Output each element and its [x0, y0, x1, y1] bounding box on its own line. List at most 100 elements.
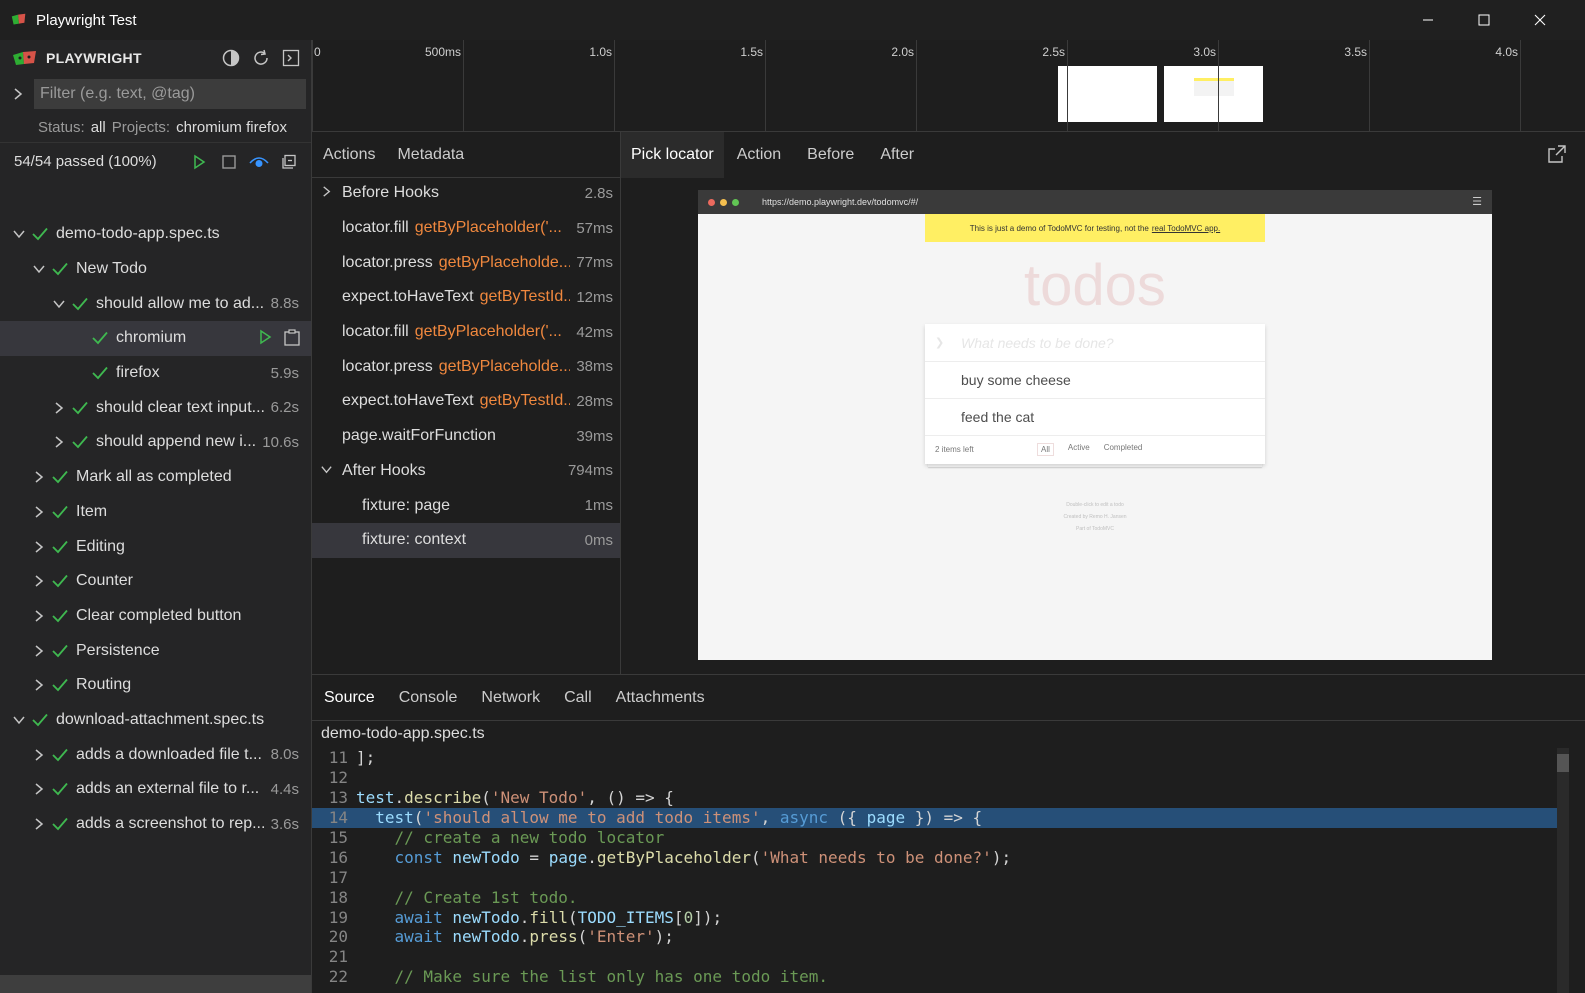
chevron-right-icon[interactable]: [32, 782, 46, 796]
minimize-button[interactable]: [1400, 0, 1456, 40]
status-value[interactable]: all: [91, 119, 106, 136]
tree-item[interactable]: Routing: [0, 668, 311, 703]
tree-item[interactable]: New Todo: [0, 252, 311, 287]
action-row[interactable]: expect.toHaveText getByTestId... 28ms: [312, 384, 620, 419]
chevron-down-icon[interactable]: [12, 713, 26, 727]
todo-item[interactable]: feed the cat: [925, 399, 1265, 436]
code-line: 12: [328, 768, 348, 788]
chevron-right-icon[interactable]: [52, 401, 66, 415]
toggle-all-icon[interactable]: ❯: [935, 336, 944, 349]
tree-item[interactable]: Counter: [0, 564, 311, 599]
tab-action[interactable]: Action: [724, 132, 794, 178]
filmstrip-frame[interactable]: [1058, 66, 1157, 122]
action-row[interactable]: Before Hooks 2.8s: [312, 176, 620, 211]
tree-item[interactable]: firefox 5.9s: [0, 356, 311, 391]
source-code[interactable]: 11]; 12 13 test.describe('New Todo', () =…: [312, 748, 1585, 987]
tree-item[interactable]: demo-todo-app.spec.ts: [0, 217, 311, 252]
filter-input[interactable]: [34, 79, 306, 109]
open-source-icon[interactable]: [283, 329, 301, 347]
collapse-all-button[interactable]: [279, 152, 299, 172]
tab-call[interactable]: Call: [552, 675, 604, 721]
action-row[interactable]: fixture: context 0ms: [312, 522, 620, 558]
action-row[interactable]: locator.fill getByPlaceholder('... 42ms: [312, 315, 620, 350]
projects-value[interactable]: chromium firefox: [176, 119, 287, 136]
playwright-logo-icon: [11, 13, 26, 25]
sidebar-scrollbar[interactable]: [0, 975, 311, 993]
tree-item[interactable]: Clear completed button: [0, 599, 311, 634]
stop-button[interactable]: [219, 152, 239, 172]
scroll-thumb[interactable]: [1557, 754, 1569, 772]
action-row[interactable]: locator.fill getByPlaceholder('... 57ms: [312, 211, 620, 246]
chevron-right-icon[interactable]: [32, 609, 46, 623]
check-icon: [92, 367, 108, 380]
action-row[interactable]: locator.press getByPlaceholde... 77ms: [312, 245, 620, 280]
window-dot-yellow: [720, 198, 727, 206]
tree-item[interactable]: should append new i... 10.6s: [0, 425, 311, 460]
action-row[interactable]: fixture: page 1ms: [312, 488, 620, 523]
tree-item-label: Routing: [76, 676, 132, 694]
chevron-right-icon[interactable]: [10, 87, 26, 101]
chevron-right-icon[interactable]: [32, 470, 46, 484]
tree-item[interactable]: Item: [0, 495, 311, 530]
tree-item[interactable]: Persistence: [0, 633, 311, 668]
run-all-button[interactable]: [189, 152, 209, 172]
action-row[interactable]: After Hooks 794ms: [312, 454, 620, 489]
chevron-right-icon[interactable]: [32, 505, 46, 519]
chevron-right-icon[interactable]: [32, 748, 46, 762]
todo-app-title: todos: [1024, 253, 1166, 318]
tree-item[interactable]: download-attachment.spec.ts: [0, 703, 311, 738]
watch-button[interactable]: [249, 152, 269, 172]
filter-completed[interactable]: Completed: [1104, 443, 1143, 456]
tree-item[interactable]: Editing: [0, 529, 311, 564]
tab-source[interactable]: Source: [312, 675, 387, 721]
chevron-down-icon[interactable]: [12, 227, 26, 241]
chevron-right-icon[interactable]: [32, 678, 46, 692]
tab-console[interactable]: Console: [387, 675, 470, 721]
tree-item[interactable]: should allow me to ad... 8.8s: [0, 286, 311, 321]
maximize-button[interactable]: [1456, 0, 1512, 40]
toggle-output-button[interactable]: [281, 48, 301, 68]
tree-item[interactable]: adds a downloaded file t... 8.0s: [0, 737, 311, 772]
action-row[interactable]: locator.press getByPlaceholde... 38ms: [312, 349, 620, 384]
chevron-down-icon[interactable]: [52, 297, 66, 311]
run-test-icon[interactable]: [257, 329, 273, 345]
snapshot-browser[interactable]: https://demo.playwright.dev/todomvc/#/ ☰…: [698, 190, 1492, 660]
new-todo-input[interactable]: ❯ What needs to be done?: [925, 324, 1265, 362]
tree-item-label: firefox: [116, 364, 160, 382]
chevron-down-icon[interactable]: [32, 262, 46, 276]
banner-link[interactable]: real TodoMVC app.: [1152, 224, 1220, 233]
chevron-down-icon[interactable]: [320, 463, 333, 476]
tree-item[interactable]: adds an external file to r... 4.4s: [0, 772, 311, 807]
filter-all[interactable]: All: [1037, 442, 1054, 456]
chevron-right-icon[interactable]: [32, 817, 46, 831]
chevron-right-icon[interactable]: [32, 644, 46, 658]
chevron-right-icon[interactable]: [32, 574, 46, 588]
tree-item-duration: 6.2s: [270, 399, 299, 417]
close-window-button[interactable]: [1512, 0, 1568, 40]
reload-button[interactable]: [251, 48, 271, 68]
action-row[interactable]: expect.toHaveText getByTestId... 12ms: [312, 280, 620, 315]
tree-item[interactable]: adds a screenshot to rep... 3.6s: [0, 807, 311, 842]
timeline[interactable]: 0 500ms 1.0s 1.5s 2.0s 2.5s 3.0s 3.5s 4.0s: [312, 40, 1585, 132]
toggle-theme-button[interactable]: [221, 48, 241, 68]
tab-attachments[interactable]: Attachments: [604, 675, 717, 721]
todo-item[interactable]: buy some cheese: [925, 362, 1265, 399]
tab-actions[interactable]: Actions: [312, 132, 386, 178]
filter-active[interactable]: Active: [1068, 443, 1090, 456]
tab-before[interactable]: Before: [794, 132, 867, 178]
open-snapshot-button[interactable]: [1547, 144, 1567, 168]
tree-item-label: should allow me to ad...: [96, 294, 265, 312]
chevron-right-icon[interactable]: [32, 540, 46, 554]
action-row[interactable]: page.waitForFunction 39ms: [312, 419, 620, 454]
tab-pick-locator[interactable]: Pick locator: [621, 132, 724, 178]
source-scrollbar[interactable]: [1557, 748, 1569, 993]
chevron-right-icon[interactable]: [320, 185, 333, 198]
tab-after[interactable]: After: [867, 132, 927, 178]
tree-item[interactable]: should clear text input... 6.2s: [0, 390, 311, 425]
tree-item[interactable]: Mark all as completed: [0, 460, 311, 495]
chevron-right-icon[interactable]: [52, 435, 66, 449]
tab-network[interactable]: Network: [469, 675, 552, 721]
filmstrip-frame[interactable]: [1164, 66, 1263, 122]
tree-item[interactable]: chromium: [0, 321, 311, 356]
tab-metadata[interactable]: Metadata: [386, 132, 475, 178]
